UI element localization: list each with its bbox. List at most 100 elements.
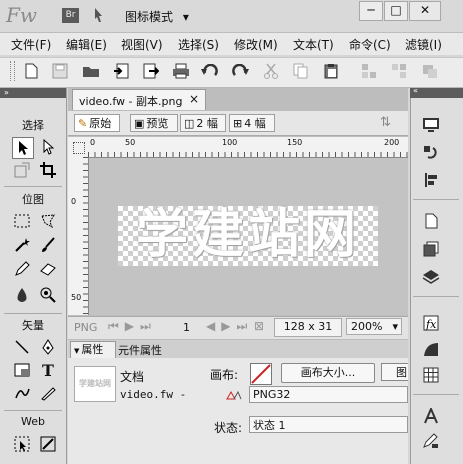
frame-controls[interactable]: ⏮▶⏭	[108, 319, 157, 334]
view-original-button[interactable]: ✎ 原始	[74, 114, 120, 132]
canvas-artwork-text[interactable]: 学建站网	[118, 200, 378, 270]
section-select-label: 选择	[22, 119, 44, 132]
stop-icon[interactable]: ⊠	[254, 319, 264, 333]
four-up-icon: ⊞	[233, 116, 243, 130]
slice-tool-icon[interactable]	[38, 434, 58, 454]
redo-icon[interactable]	[231, 62, 249, 80]
image-size-button[interactable]: 图	[381, 363, 408, 381]
hotspot-tool-icon[interactable]	[12, 434, 32, 454]
path-panel-icon[interactable]	[420, 430, 442, 452]
close-tab-icon[interactable]: ×	[189, 92, 199, 106]
group-icon[interactable]	[360, 62, 378, 80]
rectangle-tool-icon[interactable]	[12, 360, 32, 380]
pencil-tool-icon[interactable]	[12, 259, 32, 279]
scale-tool-icon[interactable]	[12, 160, 32, 180]
menu-edit[interactable]: 编辑(E)	[66, 36, 107, 53]
document-tab[interactable]: video.fw - 副本.png ×	[72, 89, 206, 110]
magic-wand-tool-icon[interactable]	[12, 235, 32, 255]
ruler-tick-label: 50	[125, 138, 136, 147]
view-4up-button[interactable]: ⊞ 4 幅	[229, 114, 275, 132]
import-icon[interactable]	[112, 62, 130, 80]
menu-file[interactable]: 文件(F)	[11, 36, 51, 53]
tab-symbol-properties[interactable]: 元件属性	[118, 342, 162, 358]
copy-icon[interactable]	[292, 62, 310, 80]
pencil-icon: ✎	[78, 116, 88, 130]
bridge-button[interactable]: Br	[62, 8, 79, 23]
open-folder-icon[interactable]	[82, 62, 100, 80]
pointer-tool-icon[interactable]	[12, 137, 34, 159]
panel-expand-icon: «	[413, 86, 418, 95]
pen-tool-icon[interactable]	[38, 337, 58, 357]
export-format-dropdown[interactable]: PNG32	[249, 386, 408, 403]
minimize-button[interactable]: ─	[359, 1, 383, 21]
line-tool-icon[interactable]	[12, 337, 32, 357]
close-button[interactable]: ✕	[409, 1, 441, 21]
freeform-tool-icon[interactable]	[12, 383, 32, 403]
toolbar-grip[interactable]	[10, 61, 15, 81]
blur-tool-icon[interactable]	[12, 285, 32, 305]
cut-icon[interactable]	[262, 62, 280, 80]
workspace-mode-dropdown[interactable]: 图标模式 ▾	[125, 8, 189, 25]
document-file-name: video.fw -	[120, 388, 187, 401]
lasso-tool-icon[interactable]	[38, 211, 58, 231]
swatches-panel-icon[interactable]	[420, 364, 442, 386]
chevron-down-icon: ▾	[392, 320, 398, 333]
states-panel-icon[interactable]	[420, 238, 442, 260]
divider	[4, 186, 62, 187]
menu-commands[interactable]: 命令(C)	[349, 36, 391, 53]
menu-filters[interactable]: 滤镜(I)	[405, 36, 442, 53]
canvas-size-button[interactable]: 画布大小...	[281, 363, 375, 383]
section-bitmap-label: 位图	[22, 193, 44, 206]
maximize-button[interactable]: □	[384, 1, 408, 21]
shapes-panel-icon[interactable]	[420, 338, 442, 360]
sort-arrows-icon[interactable]: ⇅	[380, 115, 391, 130]
zoom-value: 200%	[351, 320, 383, 333]
workspace-mode-label: 图标模式	[125, 10, 174, 24]
pointer-icon[interactable]	[93, 6, 105, 24]
crop-tool-icon[interactable]	[38, 160, 58, 180]
ruler-tick-label: 200	[384, 138, 400, 147]
optimize-icon	[226, 389, 242, 401]
pages-panel-icon[interactable]	[420, 210, 442, 232]
text-tool-icon[interactable]: T	[38, 360, 58, 380]
view-preview-button[interactable]: ▣ 预览	[130, 114, 178, 132]
state-dropdown[interactable]: 状态 1	[249, 416, 408, 433]
layers-panel-icon[interactable]	[420, 266, 442, 288]
rubber-stamp-tool-icon[interactable]	[38, 285, 58, 305]
text-panel-icon[interactable]	[420, 405, 442, 427]
marquee-tool-icon[interactable]	[12, 211, 32, 231]
right-panel-header[interactable]: «	[410, 86, 463, 98]
vertical-ruler: 0 50	[68, 157, 89, 315]
view-2up-button[interactable]: ◫ 2 幅	[180, 114, 226, 132]
menu-view[interactable]: 视图(V)	[121, 36, 163, 53]
eraser-tool-icon[interactable]	[38, 259, 58, 279]
paste-icon[interactable]	[322, 62, 340, 80]
knife-tool-icon[interactable]	[38, 383, 58, 403]
save-icon[interactable]	[51, 62, 69, 80]
zoom-dropdown[interactable]: 200% ▾	[346, 318, 402, 335]
subselection-tool-icon[interactable]	[38, 137, 58, 157]
divider	[413, 394, 459, 395]
ruler-tick-label: 0	[71, 197, 77, 206]
print-icon[interactable]	[172, 62, 190, 80]
export-icon[interactable]	[142, 62, 160, 80]
new-file-icon[interactable]	[22, 62, 40, 80]
optimize-panel-icon[interactable]	[420, 114, 442, 136]
tab-properties[interactable]: ▼ 属性	[70, 341, 116, 358]
styles-panel-icon[interactable]: fx	[420, 312, 442, 334]
export-format-value: PNG32	[253, 388, 291, 401]
brush-tool-icon[interactable]	[38, 235, 58, 255]
undo-icon[interactable]	[201, 62, 219, 80]
align-icon[interactable]	[421, 62, 439, 80]
tools-panel-collapse-icon[interactable]: »	[0, 88, 66, 98]
document-thumbnail: 学建站网	[74, 366, 116, 402]
align-panel-icon[interactable]	[420, 169, 442, 191]
menu-text[interactable]: 文本(T)	[293, 36, 334, 53]
frame-nav-controls[interactable]: ◀▶⏭	[206, 319, 253, 334]
ungroup-icon[interactable]	[390, 62, 408, 80]
history-panel-icon[interactable]	[420, 142, 442, 164]
menu-modify[interactable]: 修改(M)	[234, 36, 278, 53]
divider	[4, 410, 62, 411]
menu-select[interactable]: 选择(S)	[178, 36, 219, 53]
canvas-color-swatch[interactable]	[250, 363, 272, 385]
